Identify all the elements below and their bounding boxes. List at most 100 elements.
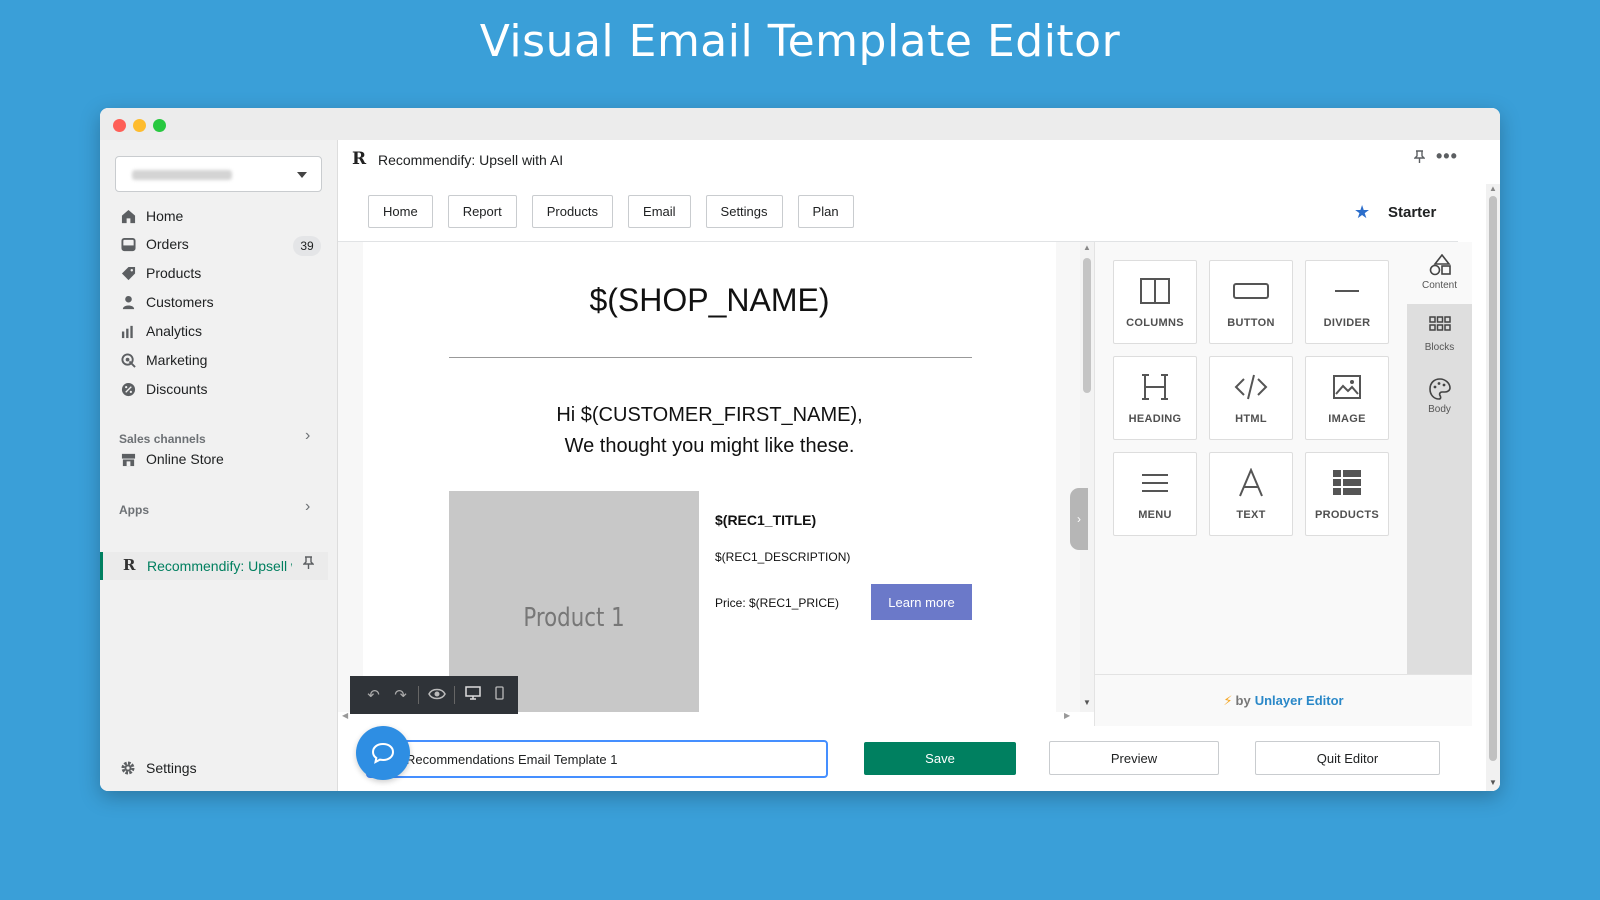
greeting-text[interactable]: Hi $(CUSTOMER_FIRST_NAME), We thought yo…	[363, 400, 1056, 462]
tool-menu[interactable]: MENU	[1113, 452, 1197, 536]
canvas-scrollbar[interactable]: ▲ ▼	[1080, 242, 1094, 712]
target-icon	[120, 352, 136, 368]
sidebar-item-customers[interactable]: Customers	[120, 290, 214, 314]
sidebar-item-home[interactable]: Home	[120, 204, 183, 228]
main-scrollbar[interactable]: ▲ ▼	[1486, 184, 1500, 791]
minimize-window-button[interactable]	[133, 119, 146, 132]
window-titlebar	[100, 108, 1500, 140]
template-name-input[interactable]	[366, 740, 828, 778]
sidebar-item-products[interactable]: Products	[120, 261, 201, 285]
sidebar-item-online-store[interactable]: Online Store	[120, 447, 224, 471]
scroll-thumb[interactable]	[1083, 258, 1091, 393]
tool-label: DIVIDER	[1323, 317, 1371, 329]
tool-html[interactable]: HTML	[1209, 356, 1293, 440]
store-icon	[120, 451, 136, 467]
tool-label: BUTTON	[1227, 317, 1275, 329]
home-icon	[120, 208, 136, 224]
tab-products[interactable]: Products	[531, 195, 614, 228]
sidebar-item-analytics[interactable]: Analytics	[120, 319, 202, 343]
close-window-button[interactable]	[113, 119, 126, 132]
tool-label: IMAGE	[1328, 413, 1366, 425]
tab-plan[interactable]: Plan	[797, 195, 854, 228]
rec-title[interactable]: $(REC1_TITLE)	[715, 512, 816, 528]
rail-tab-blocks[interactable]: Blocks	[1407, 304, 1472, 366]
unlayer-credit: ⚡ by Unlayer Editor	[1095, 674, 1472, 726]
tab-settings[interactable]: Settings	[705, 195, 783, 228]
scroll-thumb[interactable]	[1489, 196, 1497, 761]
mobile-icon[interactable]	[486, 686, 513, 704]
tab-home[interactable]: Home	[368, 195, 433, 228]
pin-icon[interactable]	[1413, 150, 1426, 167]
scroll-down-icon[interactable]: ▼	[1083, 698, 1091, 707]
sidebar-item-orders[interactable]: Orders	[120, 232, 189, 256]
desktop-icon[interactable]	[459, 686, 486, 704]
scroll-up-icon[interactable]: ▲	[1083, 243, 1091, 252]
sidebar-item-label: Home	[146, 208, 184, 224]
tool-columns[interactable]: COLUMNS	[1113, 260, 1197, 344]
tool-label: HTML	[1235, 413, 1267, 425]
sidebar-item-discounts[interactable]: Discounts	[120, 377, 207, 401]
heading-icon	[1114, 371, 1196, 403]
chevron-right-icon[interactable]: ›	[305, 427, 310, 445]
text-icon	[1210, 467, 1292, 499]
tool-image[interactable]: IMAGE	[1305, 356, 1389, 440]
tab-email[interactable]: Email	[628, 195, 691, 228]
undo-icon[interactable]: ↶	[360, 686, 387, 704]
more-options-icon[interactable]: •••	[1436, 146, 1458, 167]
scroll-left-icon[interactable]: ◀	[342, 711, 348, 720]
sales-channels-heading: Sales channels	[119, 432, 206, 446]
preview-button[interactable]: Preview	[1049, 741, 1219, 775]
tool-divider[interactable]: DIVIDER	[1305, 260, 1389, 344]
button-icon	[1210, 275, 1292, 307]
chevron-right-icon[interactable]: ›	[305, 498, 310, 516]
rail-label: Body	[1428, 404, 1451, 415]
product-placeholder-label: Product 1	[523, 603, 625, 633]
rec-price[interactable]: Price: $(REC1_PRICE)	[715, 596, 839, 610]
chat-support-button[interactable]	[356, 726, 410, 780]
scroll-down-icon[interactable]: ▼	[1489, 778, 1497, 787]
star-icon: ★	[1354, 202, 1371, 222]
shop-name-heading[interactable]: $(SHOP_NAME)	[363, 282, 1056, 319]
rec-description[interactable]: $(REC1_DESCRIPTION)	[715, 550, 850, 564]
recommendify-logo-icon: R	[352, 149, 367, 169]
greeting-line-1: Hi $(CUSTOMER_FIRST_NAME),	[556, 404, 863, 426]
tool-button[interactable]: BUTTON	[1209, 260, 1293, 344]
editor-toolbar: ↶ ↷	[350, 676, 518, 714]
scroll-up-icon[interactable]: ▲	[1489, 184, 1497, 193]
toolbar-separator	[418, 686, 419, 704]
tool-label: PRODUCTS	[1314, 509, 1380, 521]
credit-by: by	[1235, 693, 1251, 708]
maximize-window-button[interactable]	[153, 119, 166, 132]
learn-more-button[interactable]: Learn more	[871, 584, 972, 620]
unlayer-link[interactable]: Unlayer Editor	[1255, 693, 1344, 708]
recommendify-logo-icon: R	[123, 556, 136, 574]
tool-heading[interactable]: HEADING	[1113, 356, 1197, 440]
tool-products[interactable]: PRODUCTS	[1305, 452, 1389, 536]
tool-text[interactable]: TEXT	[1209, 452, 1293, 536]
sidebar-item-settings[interactable]: Settings	[120, 760, 197, 776]
redo-icon[interactable]: ↷	[387, 686, 414, 704]
email-canvas[interactable]: $(SHOP_NAME) Hi $(CUSTOMER_FIRST_NAME), …	[338, 242, 1080, 712]
scroll-right-icon[interactable]: ▶	[1064, 711, 1070, 720]
app-tabs: Home Report Products Email Settings Plan	[368, 195, 854, 228]
sidebar-item-label: Discounts	[146, 381, 208, 397]
plan-name: Starter	[1388, 204, 1437, 221]
pin-icon[interactable]	[302, 556, 315, 573]
quit-editor-button[interactable]: Quit Editor	[1255, 741, 1440, 775]
shapes-icon	[1407, 254, 1472, 276]
sidebar-item-label: Settings	[146, 760, 197, 776]
store-selector[interactable]	[115, 156, 322, 192]
tab-report[interactable]: Report	[447, 195, 517, 228]
eye-icon[interactable]	[423, 687, 450, 704]
sidebar-item-recommendify[interactable]: R Recommendify: Upsell with AI	[100, 552, 328, 580]
app-header: R Recommendify: Upsell with AI •••	[338, 140, 1500, 178]
email-body[interactable]: $(SHOP_NAME) Hi $(CUSTOMER_FIRST_NAME), …	[363, 242, 1056, 712]
email-divider[interactable]	[449, 357, 972, 358]
save-button[interactable]: Save	[864, 742, 1016, 775]
panel-collapse-toggle[interactable]: ›	[1070, 488, 1088, 550]
sidebar-item-label: Orders	[146, 236, 189, 252]
rail-tab-content[interactable]: Content	[1407, 242, 1472, 304]
orders-icon	[120, 236, 136, 252]
rail-tab-body[interactable]: Body	[1407, 366, 1472, 428]
sidebar-item-marketing[interactable]: Marketing	[120, 348, 207, 372]
